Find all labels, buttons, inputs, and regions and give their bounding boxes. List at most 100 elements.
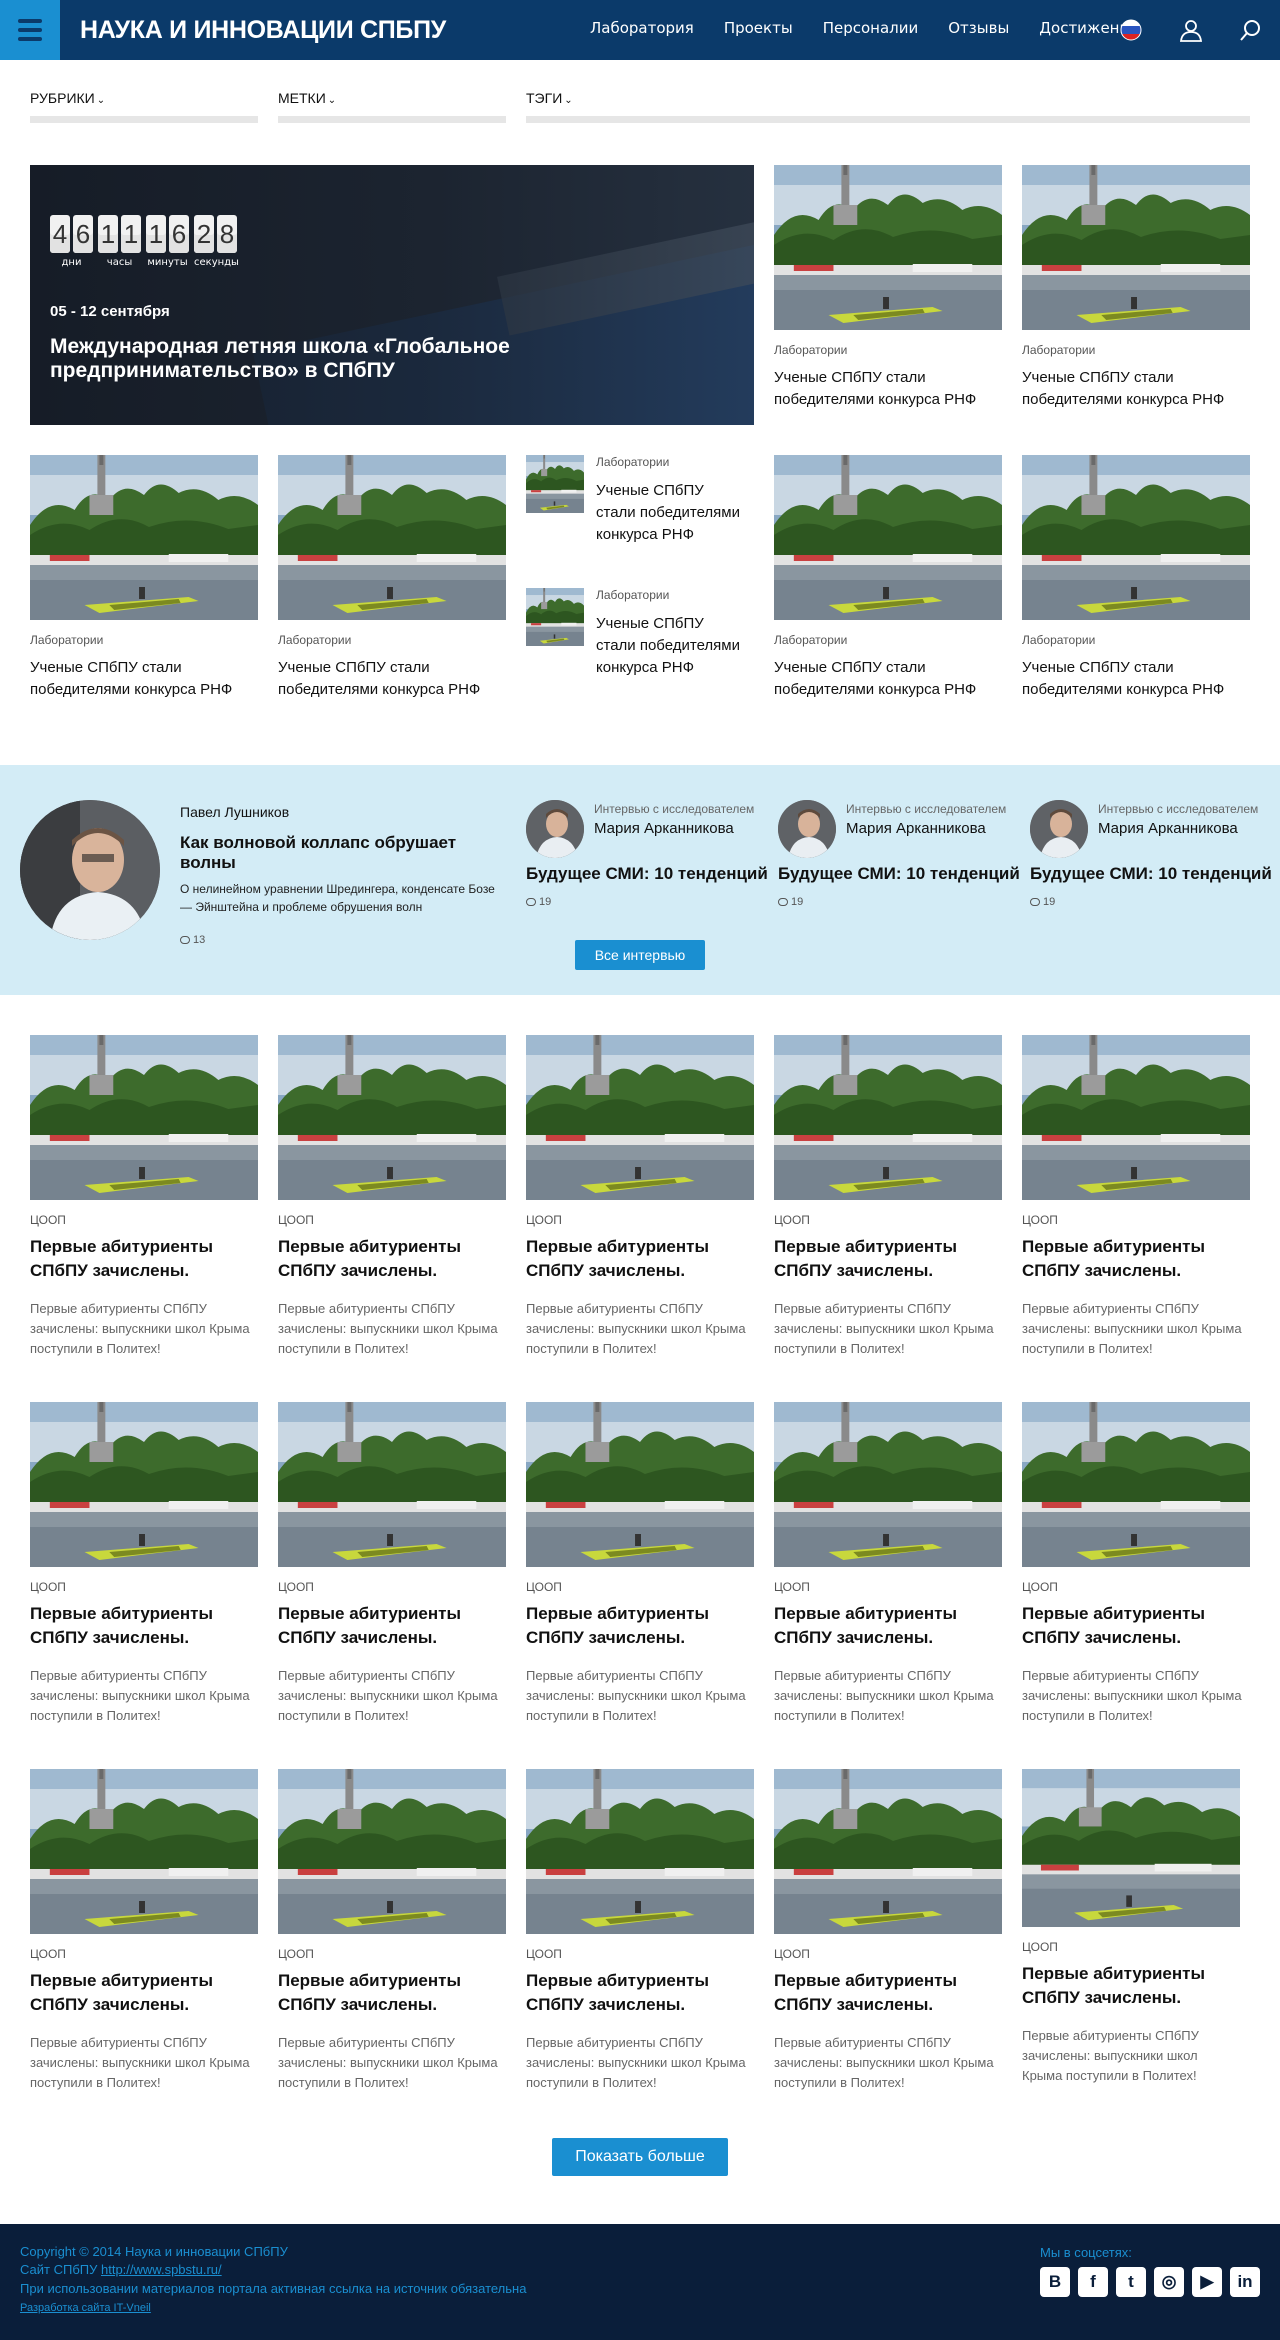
interview-avatar[interactable] (1030, 800, 1088, 858)
featured-interview-title[interactable]: Как волновой коллапс обрушает волны (180, 833, 510, 873)
lab-card-photo[interactable] (1022, 455, 1250, 620)
lab-card-title[interactable]: Ученые СПбПУ стали победителями конкурса… (596, 480, 746, 546)
instagram-icon[interactable]: ◎ (1154, 2267, 1184, 2297)
chevron-down-icon: ⌄ (564, 95, 573, 106)
chevron-down-icon: ⌄ (327, 95, 337, 106)
news-card-title[interactable]: Первые абитуриенты СПбПУ зачислены. (1022, 1235, 1250, 1283)
interview-title[interactable]: Будущее СМИ: 10 тенденций (1030, 864, 1272, 884)
news-card-photo[interactable] (774, 1035, 1002, 1200)
filter-marks-dropdown[interactable]: МЕТКИ ⌄ (278, 90, 506, 123)
lab-card-photo[interactable] (30, 455, 258, 620)
news-card-category: ЦООП (30, 1947, 66, 1961)
lab-card-thumb[interactable] (526, 455, 584, 513)
footer-site-link[interactable]: http://www.spbstu.ru/ (101, 2262, 222, 2277)
facebook-icon[interactable]: f (1078, 2267, 1108, 2297)
lab-card-photo[interactable] (278, 455, 506, 620)
news-card-title[interactable]: Первые абитуриенты СПбПУ зачислены. (526, 1969, 754, 2017)
news-card-title[interactable]: Первые абитуриенты СПбПУ зачислены. (774, 1602, 1002, 1650)
interview-comments: 19 (526, 896, 551, 908)
interview-avatar[interactable] (778, 800, 836, 858)
news-card-title[interactable]: Первые абитуриенты СПбПУ зачислены. (1022, 1962, 1240, 2010)
menu-hamburger-icon[interactable] (0, 0, 60, 60)
lab-card-photo[interactable] (774, 165, 1002, 330)
news-card-summary: Первые абитуриенты СПбПУ зачислены: выпу… (774, 2035, 994, 2090)
lab-card-category: Лаборатории (596, 588, 670, 602)
interview-comments: 19 (778, 896, 803, 908)
linkedin-icon[interactable]: in (1230, 2267, 1260, 2297)
russian-flag-icon[interactable] (1118, 17, 1144, 43)
news-card-category: ЦООП (526, 1213, 562, 1227)
interview-title[interactable]: Будущее СМИ: 10 тенденций (526, 864, 768, 884)
news-card-title[interactable]: Первые абитуриенты СПбПУ зачислены. (278, 1602, 506, 1650)
featured-interview-avatar[interactable] (20, 800, 160, 940)
lab-card-thumb[interactable] (526, 588, 584, 646)
news-card-title[interactable]: Первые абитуриенты СПбПУ зачислены. (774, 1969, 1002, 2017)
lab-card-photo[interactable] (1022, 165, 1250, 330)
news-card-summary: Первые абитуриенты СПбПУ зачислены: выпу… (526, 2035, 746, 2090)
lab-card-title[interactable]: Ученые СПбПУ стали победителями конкурса… (30, 657, 258, 701)
interview-title[interactable]: Будущее СМИ: 10 тенденций (778, 864, 1020, 884)
hero-event-banner[interactable]: 46 дни 11 часы 16 минуты 28 секунды 05 -… (30, 165, 754, 425)
news-card-photo[interactable] (278, 1769, 506, 1934)
news-card-photo[interactable] (526, 1769, 754, 1934)
news-card-photo[interactable] (30, 1035, 258, 1200)
lab-card-title[interactable]: Ученые СПбПУ стали победителями конкурса… (774, 367, 1002, 411)
filter-rubrics-label: РУБРИКИ (30, 90, 95, 106)
nav-link-personalities[interactable]: Персоналии (823, 19, 919, 37)
lab-card-title[interactable]: Ученые СПбПУ стали победителями конкурса… (1022, 367, 1250, 411)
news-card-title[interactable]: Первые абитуриенты СПбПУ зачислены. (30, 1602, 258, 1650)
interview-avatar[interactable] (526, 800, 584, 858)
lab-card-title[interactable]: Ученые СПбПУ стали победителями конкурса… (1022, 657, 1250, 701)
site-title[interactable]: НАУКА И ИННОВАЦИИ СПБПУ (80, 16, 446, 45)
lab-card-title[interactable]: Ученые СПбПУ стали победителями конкурса… (774, 657, 1002, 701)
user-icon[interactable] (1178, 17, 1204, 43)
featured-interview-name: Павел Лушников (180, 804, 290, 820)
featured-interview-comments: 13 (180, 934, 205, 946)
news-card-photo[interactable] (526, 1035, 754, 1200)
news-card-title[interactable]: Первые абитуриенты СПбПУ зачислены. (30, 1235, 258, 1283)
search-icon[interactable] (1238, 17, 1264, 43)
countdown-digit: 8 (217, 215, 237, 253)
nav-link-projects[interactable]: Проекты (724, 19, 793, 37)
news-card-title[interactable]: Первые абитуриенты СПбПУ зачислены. (774, 1235, 1002, 1283)
news-card-photo[interactable] (278, 1035, 506, 1200)
news-card-photo[interactable] (1022, 1035, 1250, 1200)
filter-tags-dropdown[interactable]: ТЭГИ ⌄ (526, 90, 1250, 123)
news-card-photo[interactable] (526, 1402, 754, 1567)
nav-link-laboratory[interactable]: Лаборатория (590, 19, 694, 37)
news-card-photo[interactable] (1022, 1402, 1250, 1567)
all-interviews-button[interactable]: Все интервью (575, 940, 705, 970)
news-card-summary: Первые абитуриенты СПбПУ зачислены: выпу… (774, 1301, 994, 1356)
footer-developer-link[interactable]: Разработка сайта IT-Vneil (20, 2302, 151, 2314)
news-card-title[interactable]: Первые абитуриенты СПбПУ зачислены. (526, 1602, 754, 1650)
lab-card-category: Лаборатории (30, 633, 104, 647)
lab-card-title[interactable]: Ученые СПбПУ стали победителями конкурса… (596, 613, 746, 679)
news-card-title[interactable]: Первые абитуриенты СПбПУ зачислены. (278, 1235, 506, 1283)
news-card-photo[interactable] (278, 1402, 506, 1567)
countdown-digit: 1 (121, 215, 141, 253)
countdown-digit: 6 (169, 215, 189, 253)
filter-rubrics-dropdown[interactable]: РУБРИКИ ⌄ (30, 90, 258, 123)
news-card-title[interactable]: Первые абитуриенты СПбПУ зачислены. (278, 1969, 506, 2017)
news-card-photo[interactable] (1022, 1769, 1240, 1927)
nav-link-reviews[interactable]: Отзывы (948, 19, 1009, 37)
vk-icon[interactable]: В (1040, 2267, 1070, 2297)
news-card-summary: Первые абитуриенты СПбПУ зачислены: выпу… (30, 2035, 250, 2090)
hero-event-title[interactable]: Международная летняя школа «Глобальное п… (50, 335, 570, 383)
news-card-title[interactable]: Первые абитуриенты СПбПУ зачислены. (526, 1235, 754, 1283)
news-card-photo[interactable] (774, 1402, 1002, 1567)
news-card-title[interactable]: Первые абитуриенты СПбПУ зачислены. (30, 1969, 258, 2017)
countdown-minutes-label: минуты (147, 257, 188, 268)
news-card-photo[interactable] (30, 1769, 258, 1934)
news-card-category: ЦООП (774, 1947, 810, 1961)
news-card-photo[interactable] (774, 1769, 1002, 1934)
lab-card-title[interactable]: Ученые СПбПУ стали победителями конкурса… (278, 657, 506, 701)
news-card-title[interactable]: Первые абитуриенты СПбПУ зачислены. (1022, 1602, 1250, 1650)
top-header-bar: НАУКА И ИННОВАЦИИ СПБПУ Лаборатория Прое… (0, 0, 1280, 60)
twitter-icon[interactable]: t (1116, 2267, 1146, 2297)
show-more-button[interactable]: Показать больше (552, 2138, 728, 2176)
news-card-photo[interactable] (30, 1402, 258, 1567)
news-card-summary: Первые абитуриенты СПбПУ зачислены: выпу… (526, 1668, 746, 1723)
lab-card-photo[interactable] (774, 455, 1002, 620)
youtube-icon[interactable]: ▶ (1192, 2267, 1222, 2297)
